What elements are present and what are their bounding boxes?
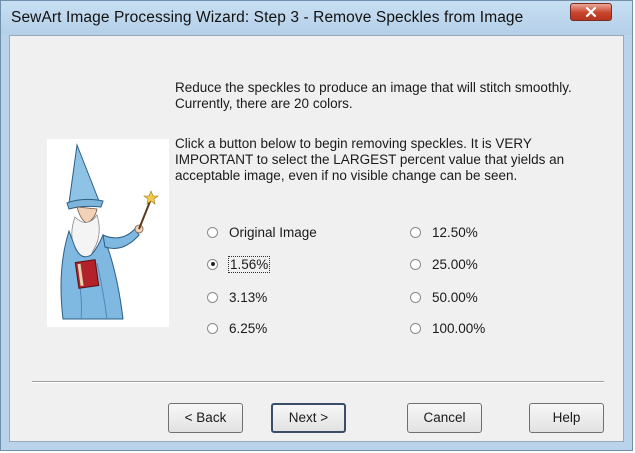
back-button[interactable]: < Back bbox=[168, 403, 243, 433]
speckle-description: Reduce the speckles to produce an image … bbox=[175, 80, 572, 111]
title-bar: SewArt Image Processing Wizard: Step 3 -… bbox=[1, 1, 632, 35]
radio-3-13[interactable]: 3.13% bbox=[207, 288, 267, 306]
radio-circle[interactable] bbox=[410, 226, 421, 238]
radio-25-00[interactable]: 25.00% bbox=[410, 255, 478, 273]
help-button[interactable]: Help bbox=[529, 403, 604, 433]
radio-original-image[interactable]: Original Image bbox=[207, 223, 317, 241]
radio-100-00[interactable]: 100.00% bbox=[410, 319, 485, 337]
window-title: SewArt Image Processing Wizard: Step 3 -… bbox=[11, 9, 524, 26]
wizard-content: Reduce the speckles to produce an image … bbox=[9, 35, 624, 442]
instruction-text: Click a button below to begin removing s… bbox=[175, 136, 565, 183]
radio-12-50[interactable]: 12.50% bbox=[410, 223, 478, 241]
radio-label: 12.50% bbox=[432, 224, 478, 240]
radio-50-00[interactable]: 50.00% bbox=[410, 288, 478, 306]
radio-circle-selected[interactable] bbox=[207, 258, 218, 270]
radio-label: 100.00% bbox=[432, 320, 486, 336]
separator bbox=[32, 381, 604, 383]
wizard-window: SewArt Image Processing Wizard: Step 3 -… bbox=[0, 0, 633, 451]
radio-circle[interactable] bbox=[207, 322, 218, 334]
radio-label: 6.25% bbox=[229, 320, 268, 336]
radio-1-56[interactable]: 1.56% bbox=[207, 255, 271, 273]
radio-circle[interactable] bbox=[207, 291, 218, 303]
radio-circle[interactable] bbox=[410, 322, 421, 334]
radio-label: Original Image bbox=[229, 224, 317, 240]
radio-circle[interactable] bbox=[410, 291, 421, 303]
radio-label: 50.00% bbox=[432, 289, 478, 305]
radio-circle[interactable] bbox=[207, 226, 218, 238]
wizard-illustration bbox=[47, 139, 169, 327]
close-button[interactable] bbox=[570, 3, 612, 21]
radio-label: 3.13% bbox=[229, 289, 268, 305]
close-icon bbox=[585, 6, 597, 18]
radio-circle[interactable] bbox=[410, 258, 421, 270]
next-button[interactable]: Next > bbox=[271, 403, 346, 433]
cancel-button[interactable]: Cancel bbox=[407, 403, 482, 433]
radio-label: 25.00% bbox=[432, 256, 478, 272]
radio-label: 1.56% bbox=[227, 255, 271, 273]
radio-6-25[interactable]: 6.25% bbox=[207, 319, 267, 337]
